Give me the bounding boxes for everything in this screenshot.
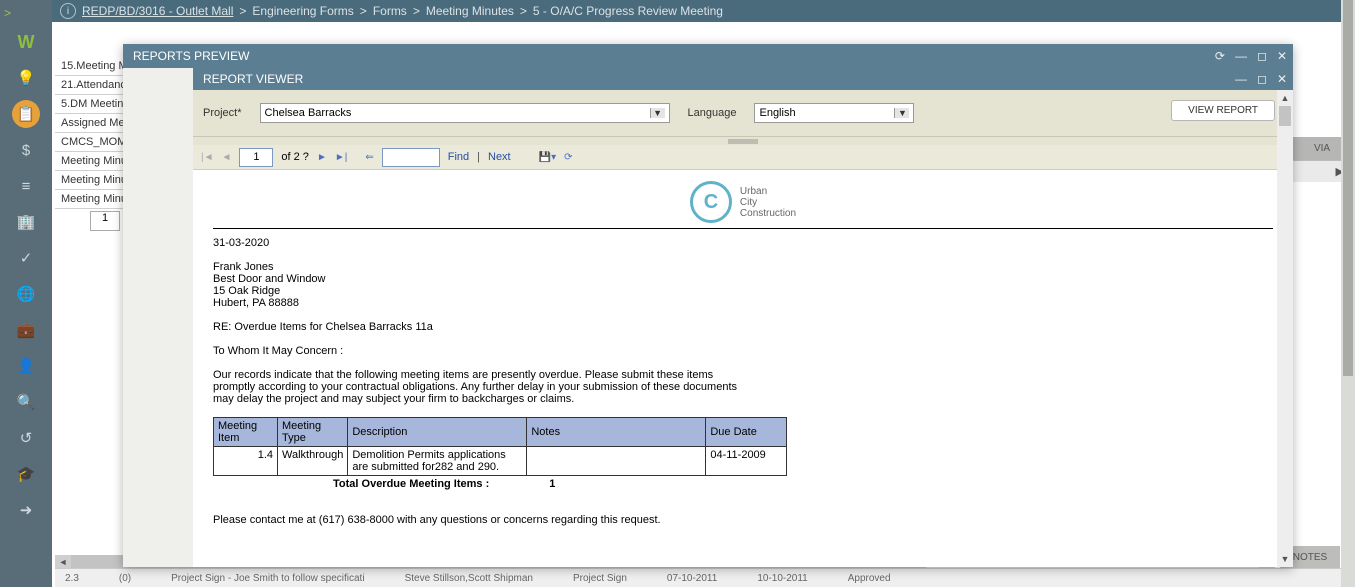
page-input[interactable]: [239, 148, 273, 167]
app-logo-icon[interactable]: W: [12, 28, 40, 56]
scroll-left-icon[interactable]: ◄: [55, 555, 71, 569]
left-rail: > W 💡 📋 $ ≡ 🏢 ✓ 🌐 💼 👤 🔍 ↺ 🎓 ➜: [0, 0, 52, 587]
viewer-minimize-icon[interactable]: —: [1235, 72, 1247, 86]
re-line: RE: Overdue Items for Chelsea Barracks 1…: [213, 321, 1273, 333]
cell-status: Approved: [848, 573, 891, 584]
overdue-table: Meeting Item Meeting Type Description No…: [213, 417, 787, 476]
total-value: 1: [549, 478, 555, 490]
company-name: Urban City Construction: [740, 186, 796, 219]
body-paragraph: Our records indicate that the following …: [213, 369, 743, 405]
th-desc: Description: [348, 418, 527, 447]
cell-names: Steve Stillson,Scott Shipman: [405, 573, 533, 584]
bg-bottom-row: 2.3 (0) Project Sign - Joe Smith to foll…: [55, 568, 1352, 587]
building-icon[interactable]: 🏢: [12, 208, 40, 236]
maximize-icon[interactable]: ◻: [1257, 49, 1267, 63]
language-select[interactable]: English ▼: [754, 103, 914, 123]
params-splitter[interactable]: [193, 137, 1293, 145]
breadcrumb-project[interactable]: REDP/BD/3016 - Outlet Mall: [82, 4, 233, 18]
report-date: 31-03-2020: [213, 237, 1273, 249]
breadcrumb: i REDP/BD/3016 - Outlet Mall > Engineeri…: [52, 0, 1355, 22]
prev-page-icon[interactable]: ◄: [222, 152, 232, 163]
viewer-title-label: REPORT VIEWER: [203, 72, 303, 86]
grad-icon[interactable]: 🎓: [12, 460, 40, 488]
params-bar: Project* Chelsea Barracks ▼ Language Eng…: [193, 90, 1293, 137]
breadcrumb-seg-0[interactable]: Engineering Forms: [252, 4, 353, 18]
refresh-report-icon[interactable]: ⟳: [564, 152, 572, 163]
breadcrumb-seg-2[interactable]: Meeting Minutes: [426, 4, 514, 18]
cell-type: Project Sign: [573, 573, 627, 584]
globe-icon[interactable]: 🌐: [12, 280, 40, 308]
preview-vscroll[interactable]: ▲ ▼: [1277, 90, 1293, 567]
table-row: 1.4 Walkthrough Demolition Permits appli…: [214, 447, 787, 476]
closing-line: Please contact me at (617) 638-8000 with…: [213, 514, 1273, 526]
refresh-icon[interactable]: ⟳: [1215, 49, 1225, 63]
preview-titlebar: REPORTS PREVIEW ⟳ — ◻ ✕: [123, 44, 1293, 68]
cell-desc: Project Sign - Joe Smith to follow speci…: [171, 573, 364, 584]
chevron-down-icon: ▼: [650, 108, 665, 118]
last-page-icon[interactable]: ►|: [335, 152, 348, 163]
th-item: Meeting Item: [214, 418, 278, 447]
th-type: Meeting Type: [278, 418, 348, 447]
check-icon[interactable]: ✓: [12, 244, 40, 272]
report-toolbar: |◄ ◄ of 2 ? ► ►| ⇐ Find | Next 💾▾ ⟳: [193, 145, 1293, 170]
logout-icon[interactable]: ➜: [12, 496, 40, 524]
contact-name: Frank Jones: [213, 261, 1273, 273]
salutation: To Whom It May Concern :: [213, 345, 1273, 357]
project-select[interactable]: Chelsea Barracks ▼: [260, 103, 670, 123]
view-report-button[interactable]: VIEW REPORT: [1171, 100, 1275, 121]
export-icon[interactable]: 💾▾: [539, 152, 556, 163]
cell-count: (0): [119, 573, 131, 584]
viewer-maximize-icon[interactable]: ◻: [1257, 72, 1267, 86]
viewer-titlebar: REPORT VIEWER — ◻ ✕: [193, 68, 1293, 90]
chevron-down-icon: ▼: [894, 108, 909, 118]
th-due: Due Date: [706, 418, 787, 447]
bulb-icon[interactable]: 💡: [12, 64, 40, 92]
bars-icon[interactable]: ≡: [12, 172, 40, 200]
page-vscroll[interactable]: [1341, 0, 1355, 587]
minimize-icon[interactable]: —: [1235, 49, 1247, 63]
breadcrumb-seg-3[interactable]: 5 - O/A/C Progress Review Meeting: [533, 4, 723, 18]
cell-date1: 07-10-2011: [667, 573, 717, 584]
reports-preview-window: REPORTS PREVIEW ⟳ — ◻ ✕ REPORT VIEWER — …: [123, 44, 1293, 567]
company-logo-icon: C: [690, 181, 732, 223]
briefcase-icon[interactable]: 💼: [12, 316, 40, 344]
expand-rail-icon[interactable]: >: [0, 6, 11, 20]
next-find-link[interactable]: Next: [488, 151, 511, 163]
cell-id: 2.3: [65, 573, 79, 584]
close-icon[interactable]: ✕: [1277, 49, 1287, 63]
bg-page-input[interactable]: 1: [90, 211, 120, 231]
project-label: Project*: [203, 107, 242, 119]
search-icon[interactable]: 🔍: [12, 388, 40, 416]
history-icon[interactable]: ↺: [12, 424, 40, 452]
report-area: C Urban City Construction 31-03-2020 Fra…: [193, 170, 1293, 567]
total-label: Total Overdue Meeting Items :: [333, 478, 489, 490]
find-link[interactable]: Find: [448, 151, 469, 163]
breadcrumb-seg-1[interactable]: Forms: [373, 4, 407, 18]
viewer-close-icon[interactable]: ✕: [1277, 72, 1287, 86]
user-icon[interactable]: 👤: [12, 352, 40, 380]
back-icon[interactable]: ⇐: [365, 152, 373, 163]
cell-date2: 10-10-2011: [757, 573, 807, 584]
project-value: Chelsea Barracks: [265, 107, 352, 119]
next-page-icon[interactable]: ►: [317, 152, 327, 163]
preview-title-label: REPORTS PREVIEW: [133, 49, 249, 63]
info-icon[interactable]: i: [60, 3, 76, 19]
scroll-up-icon[interactable]: ▲: [1277, 90, 1293, 106]
contact-street: 15 Oak Ridge: [213, 285, 1273, 297]
dollar-icon[interactable]: $: [12, 136, 40, 164]
find-input[interactable]: [382, 148, 440, 167]
th-notes: Notes: [527, 418, 706, 447]
of-pages-label: of 2 ?: [281, 151, 309, 163]
language-value: English: [759, 107, 795, 119]
clipboard-icon[interactable]: 📋: [12, 100, 40, 128]
first-page-icon[interactable]: |◄: [201, 152, 214, 163]
contact-city: Hubert, PA 88888: [213, 297, 1273, 309]
language-label: Language: [688, 107, 737, 119]
scroll-down-icon[interactable]: ▼: [1277, 551, 1293, 567]
contact-company: Best Door and Window: [213, 273, 1273, 285]
